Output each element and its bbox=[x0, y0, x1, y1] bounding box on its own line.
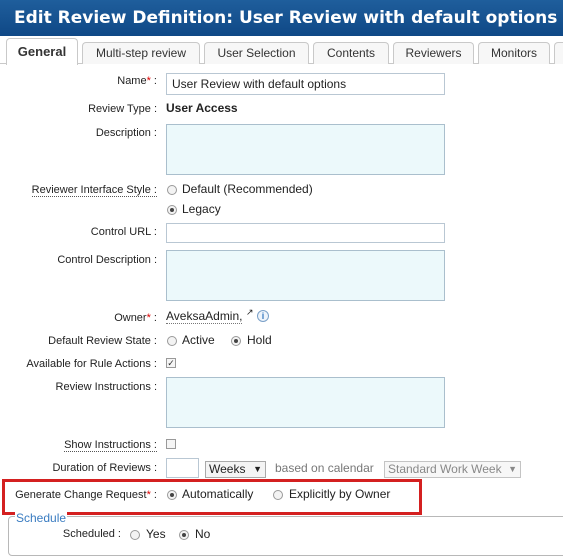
default-state-hold-radio[interactable] bbox=[231, 336, 241, 346]
page-title: Edit Review Definition: User Review with… bbox=[0, 0, 563, 36]
rule-actions-checkbox[interactable]: ✓ bbox=[166, 358, 176, 368]
rule-actions-label: Available for Rule Actions : bbox=[26, 358, 157, 370]
duration-input[interactable] bbox=[166, 458, 199, 478]
review-instructions-label: Review Instructions : bbox=[55, 381, 157, 393]
tab-strip: General Multi-step review User Selection… bbox=[0, 36, 563, 65]
required-mark: * bbox=[146, 489, 151, 501]
tab-contents[interactable]: Contents bbox=[313, 42, 389, 64]
info-icon[interactable]: i bbox=[257, 310, 269, 322]
reviewer-interface-label: Reviewer Interface Style : bbox=[31, 184, 157, 197]
required-mark: * bbox=[146, 75, 151, 87]
change-request-auto-radio[interactable] bbox=[167, 490, 177, 500]
tab-general[interactable]: General bbox=[6, 38, 78, 65]
chevron-down-icon: ▼ bbox=[253, 464, 262, 474]
scheduled-no-text: No bbox=[195, 527, 211, 541]
change-request-auto-text: Automatically bbox=[182, 487, 254, 501]
default-state-active-text: Active bbox=[182, 333, 215, 347]
default-state-hold-text: Hold bbox=[247, 333, 272, 347]
tab-monitors[interactable]: Monitors bbox=[478, 42, 550, 64]
change-request-owner-radio[interactable] bbox=[273, 490, 283, 500]
control-description-label: Control Description : bbox=[57, 254, 157, 266]
schedule-legend: Schedule bbox=[15, 511, 68, 525]
tab-overflow[interactable] bbox=[554, 42, 563, 64]
review-type-value: User Access bbox=[166, 101, 238, 115]
owner-value[interactable]: AveksaAdmin, bbox=[166, 309, 243, 324]
name-input[interactable]: User Review with default options bbox=[166, 73, 445, 95]
reviewer-interface-default-radio[interactable] bbox=[167, 185, 177, 195]
tab-user-selection[interactable]: User Selection bbox=[204, 42, 309, 64]
description-label: Description : bbox=[95, 127, 157, 139]
change-request-label: Generate Change Request* : bbox=[15, 489, 157, 501]
external-link-icon[interactable]: ↗ bbox=[246, 307, 254, 318]
tab-multi-step-review[interactable]: Multi-step review bbox=[82, 42, 200, 64]
control-url-input[interactable] bbox=[166, 223, 445, 243]
chevron-down-icon: ▼ bbox=[508, 464, 517, 474]
reviewer-interface-legacy-radio[interactable] bbox=[167, 205, 177, 215]
change-request-owner-text: Explicitly by Owner bbox=[289, 487, 391, 501]
scheduled-yes-radio[interactable] bbox=[130, 530, 140, 540]
calendar-select[interactable]: Standard Work Week ▼ bbox=[384, 461, 521, 478]
owner-label-text: Owner bbox=[114, 312, 147, 324]
description-textarea[interactable] bbox=[166, 124, 445, 175]
based-on-text: based on calendar bbox=[275, 461, 374, 475]
duration-unit-value: Weeks bbox=[209, 462, 246, 476]
default-state-label: Default Review State : bbox=[48, 335, 157, 347]
owner-label: Owner* : bbox=[114, 312, 157, 324]
show-instructions-checkbox[interactable] bbox=[166, 439, 176, 449]
name-label: Name* : bbox=[117, 75, 157, 87]
reviewer-interface-default-text: Default (Recommended) bbox=[182, 182, 313, 196]
change-request-label-text: Generate Change Request bbox=[15, 489, 147, 501]
calendar-value: Standard Work Week bbox=[388, 462, 502, 476]
control-url-label: Control URL : bbox=[90, 226, 157, 238]
scheduled-yes-text: Yes bbox=[146, 527, 166, 541]
control-description-textarea[interactable] bbox=[166, 250, 445, 301]
name-label-text: Name bbox=[117, 75, 147, 87]
duration-unit-select[interactable]: Weeks ▼ bbox=[205, 461, 266, 478]
review-type-label: Review Type : bbox=[88, 103, 157, 115]
scheduled-no-radio[interactable] bbox=[179, 530, 189, 540]
scheduled-label: Scheduled : bbox=[62, 528, 121, 540]
default-state-active-radio[interactable] bbox=[167, 336, 177, 346]
show-instructions-label: Show Instructions : bbox=[64, 439, 157, 452]
reviewer-interface-legacy-text: Legacy bbox=[182, 202, 221, 216]
review-instructions-textarea[interactable] bbox=[166, 377, 445, 428]
tab-reviewers[interactable]: Reviewers bbox=[393, 42, 474, 64]
required-mark: * bbox=[146, 312, 151, 324]
duration-label: Duration of Reviews : bbox=[52, 462, 157, 474]
